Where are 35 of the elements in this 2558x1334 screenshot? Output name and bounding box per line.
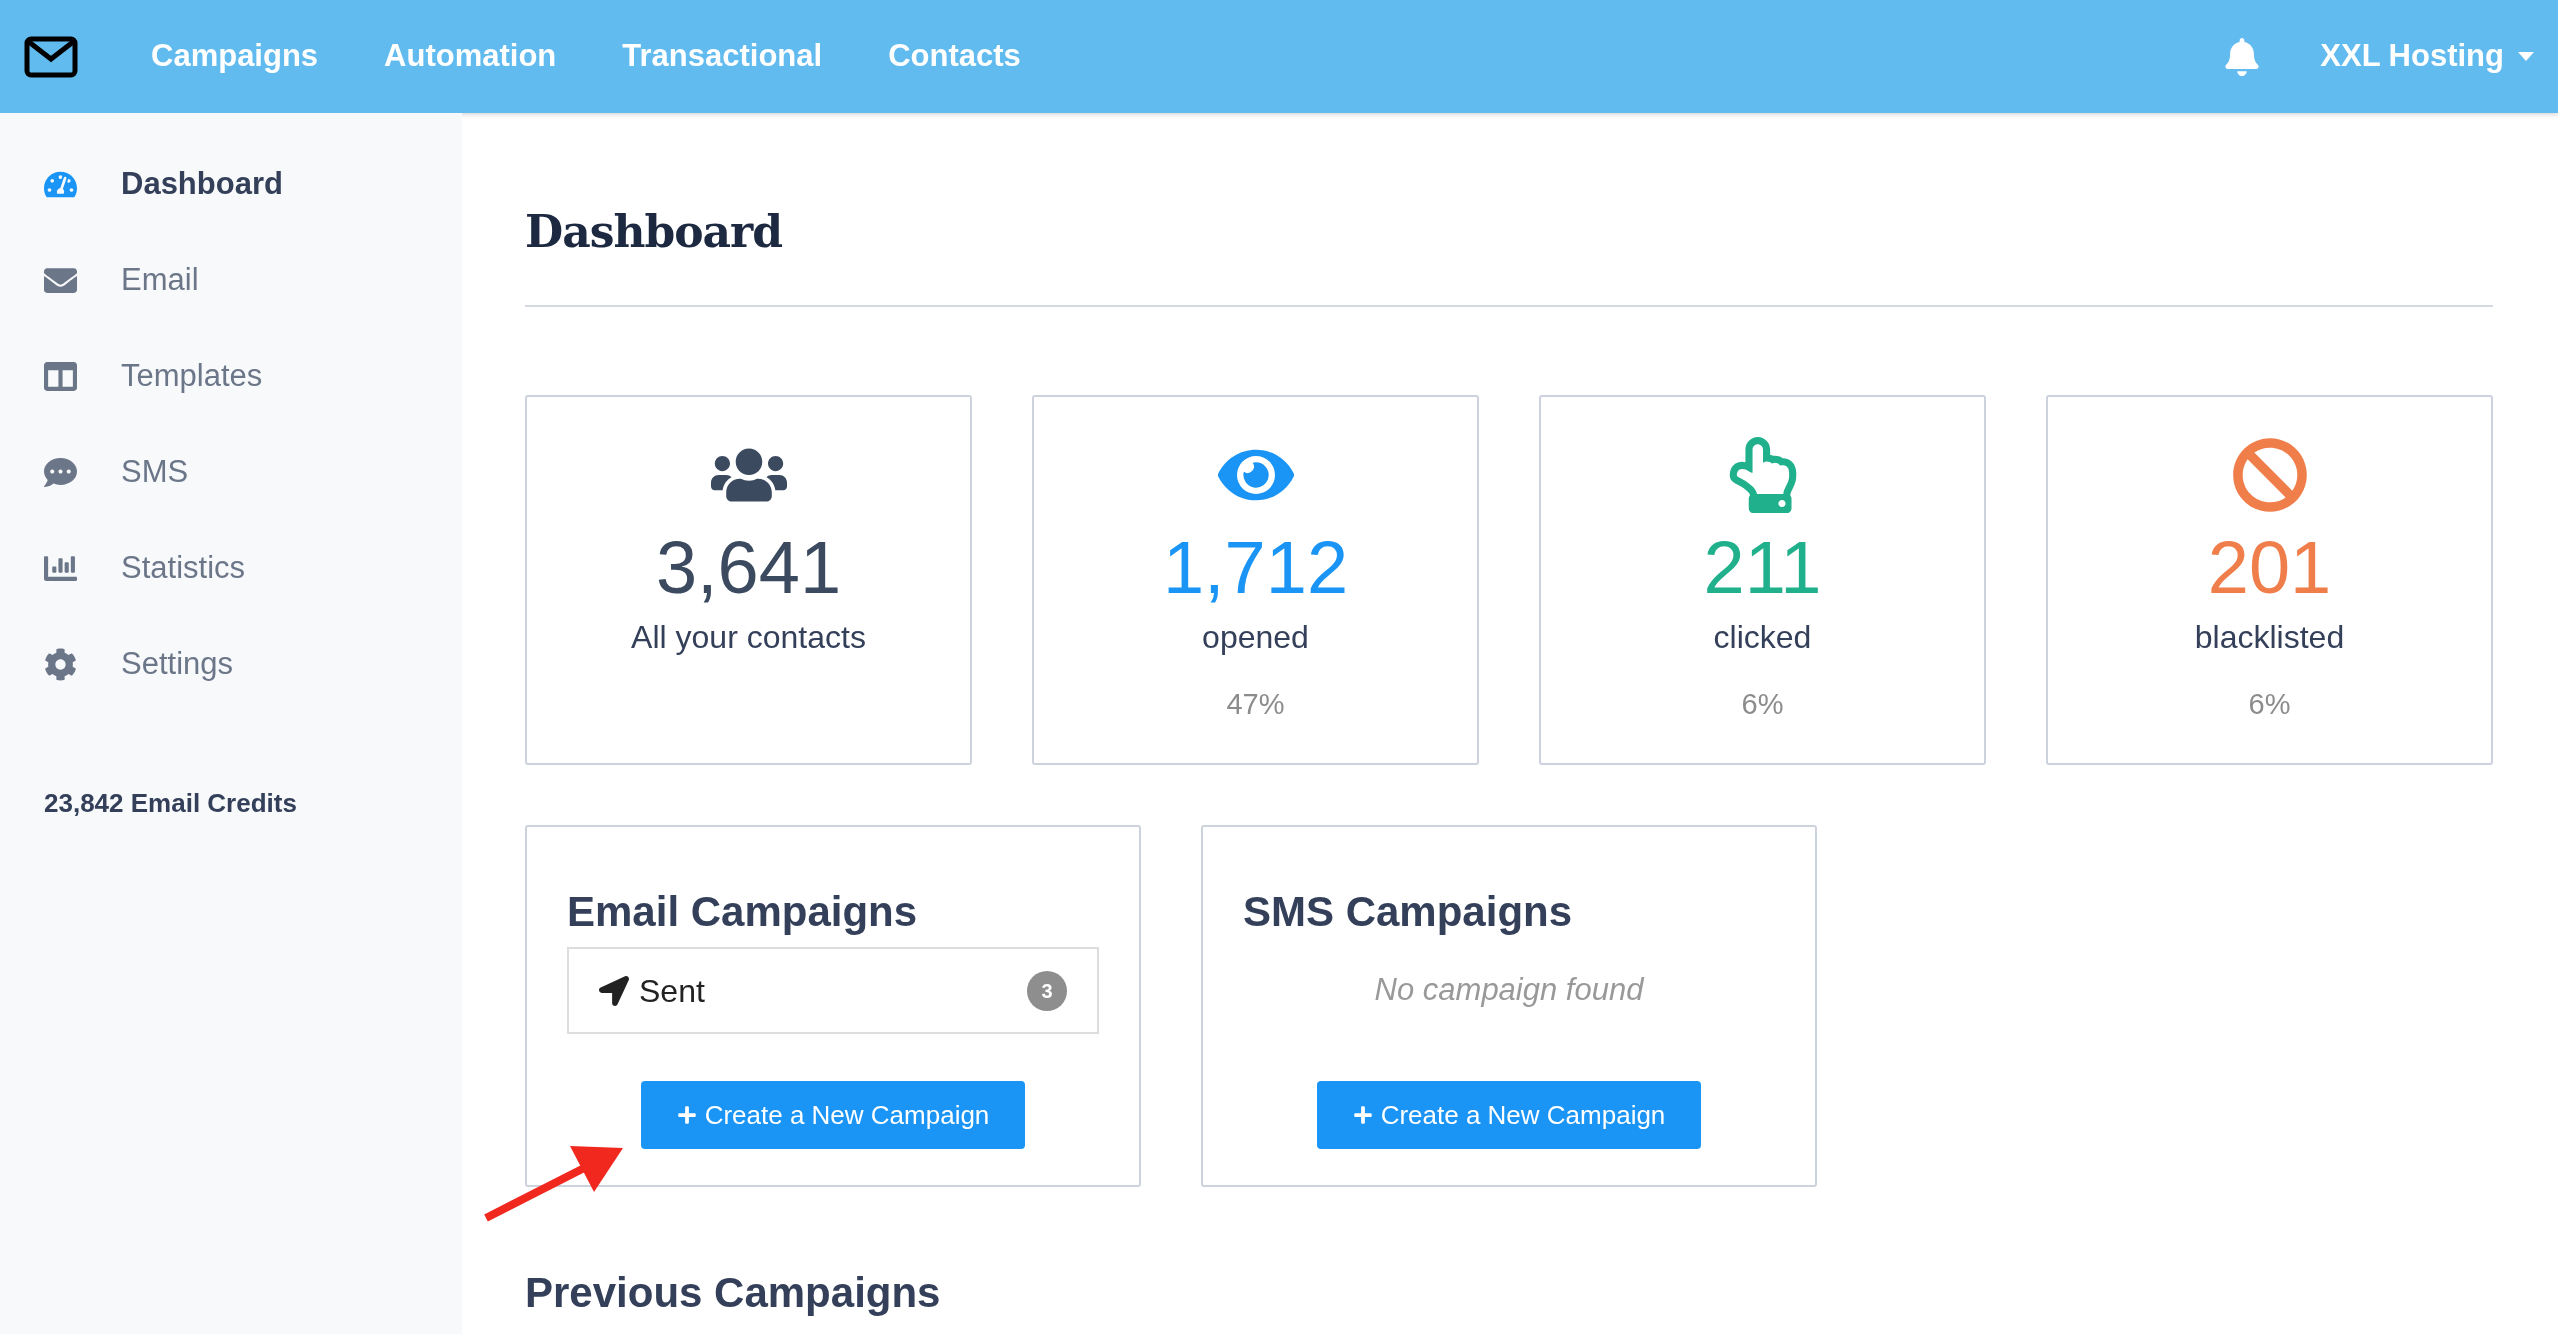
stat-value: 211: [1703, 531, 1822, 605]
sidebar-item[interactable]: Email: [44, 232, 462, 328]
stat-label: clicked: [1713, 618, 1812, 657]
sidebar-item[interactable]: SMS: [44, 424, 462, 520]
section-heading: Previous Campaigns: [525, 1268, 942, 1318]
create-campaign-button[interactable]: Create a New Campaign: [1317, 1081, 1701, 1149]
empty-message: No campaign found: [1373, 971, 1646, 1010]
stat-label: All your contacts: [631, 618, 866, 657]
plus-icon: [1352, 1105, 1373, 1125]
settings-icon: [44, 647, 77, 681]
stat-value: 201: [2207, 531, 2332, 605]
stat-value: 1,712: [1162, 531, 1349, 605]
stat-label: opened: [1202, 618, 1309, 657]
chat-bubble-icon: [44, 455, 77, 489]
envelope-logo-icon[interactable]: [24, 35, 78, 78]
sidebar-item[interactable]: Settings: [44, 616, 462, 712]
stat-percent: 6%: [1741, 687, 1784, 722]
columns-icon: [44, 359, 77, 393]
stat-percent: 6%: [2248, 687, 2291, 722]
sidebar-item[interactable]: Dashboard: [44, 136, 462, 232]
plus-icon: [676, 1105, 697, 1125]
page-title: Dashboard: [525, 205, 783, 259]
email-credits: 23,842 Email Credits: [44, 787, 298, 820]
sidebar-item[interactable]: Statistics: [44, 520, 462, 616]
stat-percent: 47%: [1226, 687, 1285, 722]
stat-label: blacklisted: [2194, 618, 2345, 657]
card-title: Email Campaigns: [567, 891, 919, 933]
caret-icon: [2518, 52, 2534, 61]
count-badge: 3: [1027, 970, 1067, 1011]
card-title: SMS Campaigns: [1243, 891, 1574, 933]
stat-value: 3,641: [655, 531, 842, 605]
sidebar-item[interactable]: Templates: [44, 328, 462, 424]
create-campaign-button[interactable]: Create a New Campaign: [641, 1081, 1025, 1149]
campaign-list-item[interactable]: Sent 3: [567, 947, 1099, 1034]
list-item-label: Sent: [639, 971, 706, 1011]
